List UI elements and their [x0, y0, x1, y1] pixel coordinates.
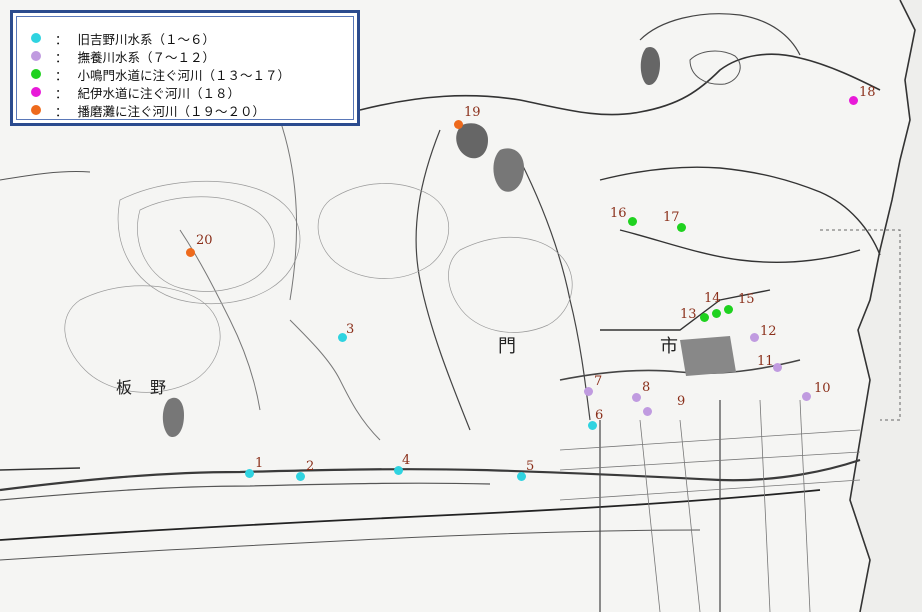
legend-item-konaruto: ： 小鳴門水道に注ぐ河川（１３～１７）: [31, 65, 290, 83]
site-label-5: 5: [526, 459, 535, 474]
site-label-18: 18: [859, 85, 876, 100]
urban-block: [680, 336, 736, 376]
site-label-3: 3: [346, 322, 355, 337]
legend-label: 播磨灘に注ぐ河川（１９～２０）: [77, 103, 266, 119]
site-marker-14: [711, 308, 721, 318]
site-marker-7: [583, 386, 593, 396]
site-marker-16: [627, 216, 637, 226]
legend-colon: ：: [55, 67, 68, 83]
legend-colon: ：: [55, 49, 68, 65]
site-marker-11: [772, 362, 782, 372]
site-marker-19: [453, 119, 463, 129]
legend-item-muya: ： 撫養川水系（７～１２）: [31, 47, 215, 65]
site-label-7: 7: [594, 374, 603, 389]
site-label-9: 9: [677, 394, 686, 409]
site-marker-18: [848, 95, 858, 105]
site-label-20: 20: [196, 233, 213, 248]
legend-colon: ：: [55, 103, 68, 119]
site-label-17: 17: [663, 210, 680, 225]
site-label-4: 4: [402, 453, 411, 468]
site-marker-20: [185, 247, 195, 257]
legend-label: 小鳴門水道に注ぐ河川（１３～１７）: [77, 67, 291, 83]
site-label-15: 15: [738, 292, 755, 307]
legend-panel: ： 旧吉野川水系（１～６） ： 撫養川水系（７～１２） ： 小鳴門水道に注ぐ河川…: [16, 16, 354, 120]
legend-item-harima: ： 播磨灘に注ぐ河川（１９～２０）: [31, 101, 265, 119]
site-label-14: 14: [704, 291, 721, 306]
site-marker-13: [699, 312, 709, 322]
place-label-mon: 門: [498, 336, 516, 357]
place-label-shi: 市: [660, 336, 678, 357]
map-canvas: 市 門 板 野 ： 旧吉野川水系（１～６） ： 撫養川水系（７～１２） ： 小鳴…: [0, 0, 922, 612]
legend-item-kii: ： 紀伊水道に注ぐ河川（１８）: [31, 83, 240, 101]
legend-label: 旧吉野川水系（１～６）: [77, 31, 216, 47]
site-label-2: 2: [306, 459, 315, 474]
site-label-1: 1: [255, 456, 264, 471]
site-label-19: 19: [464, 105, 481, 120]
site-label-13: 13: [680, 307, 697, 322]
site-marker-1: [244, 468, 254, 478]
site-marker-5: [516, 471, 526, 481]
legend-marker-green: [31, 69, 41, 79]
legend-marker-magenta: [31, 87, 41, 97]
legend-marker-cyan: [31, 33, 41, 43]
site-marker-8: [631, 392, 641, 402]
legend-label: 撫養川水系（７～１２）: [77, 49, 216, 65]
legend-label: 紀伊水道に注ぐ河川（１８）: [77, 85, 241, 101]
site-marker-10: [801, 391, 811, 401]
legend-marker-lavender: [31, 51, 41, 61]
site-marker-15: [723, 304, 733, 314]
site-label-16: 16: [610, 206, 627, 221]
site-marker-12: [749, 332, 759, 342]
legend-item-kyu-yoshino: ： 旧吉野川水系（１～６）: [31, 29, 215, 47]
site-label-6: 6: [595, 408, 604, 423]
legend-colon: ：: [55, 31, 68, 47]
legend-colon: ：: [55, 85, 68, 101]
site-marker-2: [295, 471, 305, 481]
site-label-11: 11: [757, 354, 774, 369]
legend: ： 旧吉野川水系（１～６） ： 撫養川水系（７～１２） ： 小鳴門水道に注ぐ河川…: [10, 10, 360, 126]
site-label-12: 12: [760, 324, 777, 339]
place-label-ita: 板: [116, 378, 133, 397]
site-marker-9: [642, 406, 652, 416]
legend-marker-orange: [31, 105, 41, 115]
place-label-no: 野: [150, 378, 167, 397]
site-label-10: 10: [814, 381, 831, 396]
site-label-8: 8: [642, 380, 651, 395]
